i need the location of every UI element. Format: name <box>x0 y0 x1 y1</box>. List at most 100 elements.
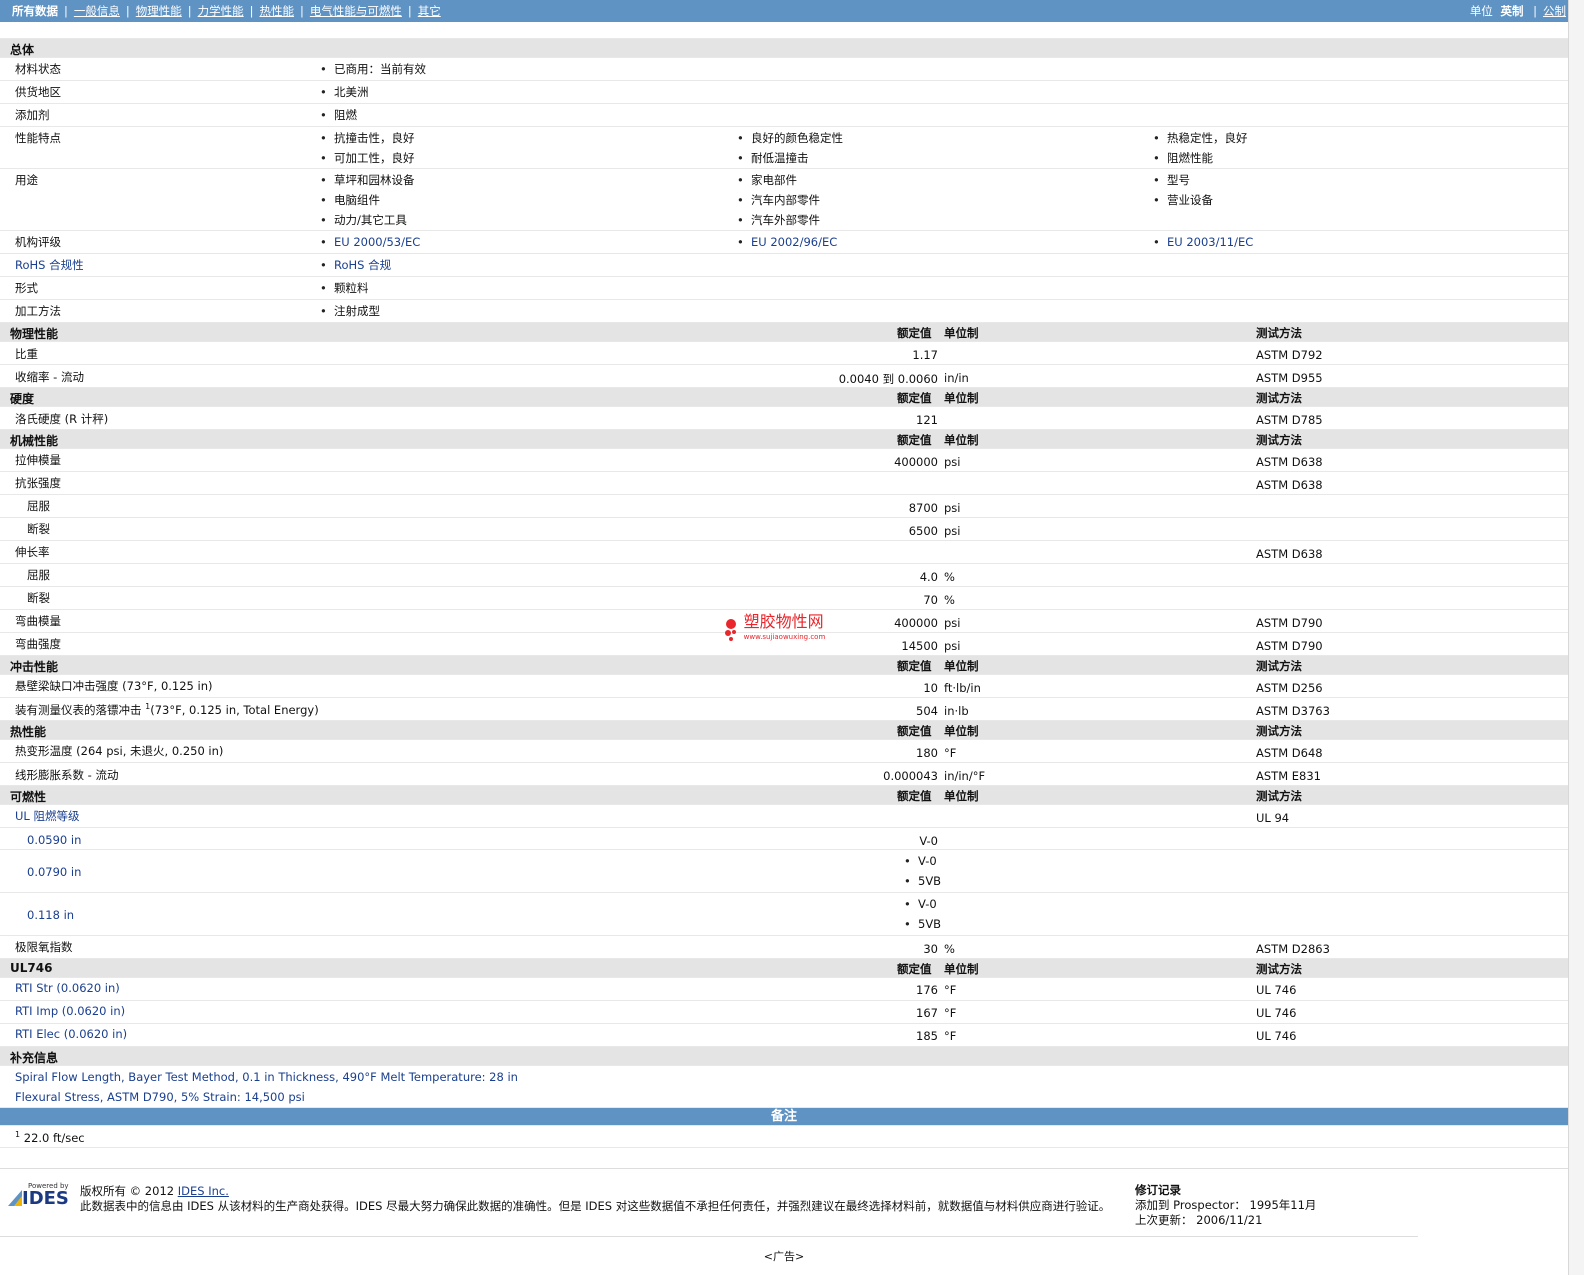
dart-label: 装有测量仪表的落镖冲击 <box>15 703 142 717</box>
row-value: 0.0040 到 0.0060 <box>838 372 938 386</box>
tab-all-data[interactable]: 所有数据 <box>12 4 58 18</box>
tab-mechanical[interactable]: 力学性能 <box>198 4 244 18</box>
row-unit: °F <box>944 983 957 997</box>
list-item: 注射成型 <box>320 301 380 321</box>
ides-inc-link[interactable]: IDES Inc. <box>178 1184 229 1198</box>
revision-updated: 上次更新： 2006/11/21 <box>1135 1213 1316 1228</box>
row-value: 8700 <box>908 501 938 515</box>
row-method: ASTM D638 <box>1256 547 1323 561</box>
thickness-link[interactable]: 0.118 in <box>27 908 74 922</box>
row-rti-imp: RTI Imp (0.0620 in) 167 °F UL 746 <box>0 1000 1568 1023</box>
list-item: 北美洲 <box>320 82 369 102</box>
row-value: 14500 <box>901 639 938 653</box>
row-method: UL 746 <box>1256 983 1297 997</box>
row-rohs: RoHS 合规性 RoHS 合规 <box>0 253 1568 276</box>
row-tensile-break: 断裂 6500 psi <box>0 517 1568 540</box>
unit-metric-link[interactable]: 公制 <box>1543 4 1566 18</box>
agency-link-2002-96[interactable]: EU 2002/96/EC <box>737 232 837 252</box>
row-supplemental-info: Spiral Flow Length, Bayer Test Method, 0… <box>0 1065 1568 1107</box>
rti-imp-link[interactable]: RTI Imp (0.0620 in) <box>15 1004 125 1018</box>
list-item: 热稳定性，良好 <box>1153 128 1248 148</box>
row-unit: psi <box>944 501 961 515</box>
header-nominal: 额定值 <box>897 724 932 738</box>
section-title: 硬度 <box>10 392 35 406</box>
list-item: 电脑组件 <box>320 190 415 210</box>
row-value: 400000 <box>894 616 938 630</box>
section-supplemental: 补充信息 <box>0 1046 1568 1065</box>
row-label: 加工方法 <box>15 304 61 318</box>
list-item: 可加工性，良好 <box>320 148 415 168</box>
list-item: V-0 <box>904 851 941 871</box>
row-ul-thickness-3: 0.118 in V-0 5VB <box>0 892 1568 935</box>
notes-title: 备注 <box>770 1109 797 1124</box>
section-hardness: 硬度 额定值 单位制 测试方法 <box>0 387 1568 406</box>
row-elongation: 伸长率 ASTM D638 <box>0 540 1568 563</box>
list-item: 阻燃 <box>320 105 357 125</box>
footnote: 1 22.0 ft/sec <box>15 1130 85 1145</box>
header-method: 测试方法 <box>1256 659 1302 673</box>
list-item: V-0 <box>904 894 941 914</box>
row-method: ASTM E831 <box>1256 769 1321 783</box>
agency-link-2003-11[interactable]: EU 2003/11/EC <box>1153 232 1253 252</box>
row-label: 抗张强度 <box>15 476 61 490</box>
rti-elec-link[interactable]: RTI Elec (0.0620 in) <box>15 1027 127 1041</box>
rohs-compliant-link[interactable]: RoHS 合规 <box>320 255 391 275</box>
section-tabs: 所有数据 | 一般信息 | 物理性能 | 力学性能 | 热性能 | 电气性能与可燃性 | 其它 <box>12 4 441 18</box>
agency-link-2000-53[interactable]: EU 2000/53/EC <box>320 232 420 252</box>
row-ul-thickness-1: 0.0590 in V-0 <box>0 827 1568 849</box>
row-ul-thickness-2: 0.0790 in V-0 5VB <box>0 849 1568 892</box>
row-label: 供货地区 <box>15 85 61 99</box>
row-unit: in·lb <box>944 704 969 718</box>
updated-label: 上次更新： <box>1135 1213 1193 1227</box>
list-item: 汽车内部零件 <box>737 190 820 210</box>
row-unit: in/in <box>944 371 969 385</box>
list-item: 良好的颜色稳定性 <box>737 128 843 148</box>
section-title: 可燃性 <box>10 790 47 804</box>
rohs-label-link[interactable]: RoHS 合规性 <box>15 257 84 273</box>
rti-str-link[interactable]: RTI Str (0.0620 in) <box>15 981 120 995</box>
row-method: ASTM D792 <box>1256 348 1323 362</box>
watermark: 塑胶物性网 www.sujiaowuxing.com <box>722 614 825 643</box>
tab-general-info[interactable]: 一般信息 <box>74 4 120 18</box>
section-title: 热性能 <box>10 725 47 739</box>
row-value: 6500 <box>908 524 938 538</box>
row-method: ASTM D955 <box>1256 371 1323 385</box>
row-label: 悬壁梁缺口冲击强度 (73°F, 0.125 in) <box>15 679 213 693</box>
row-unit: % <box>944 593 955 607</box>
row-value: 1.17 <box>912 348 938 362</box>
thickness-link[interactable]: 0.0790 in <box>27 865 81 879</box>
row-tensile-modulus: 拉伸模量 400000 psi ASTM D638 <box>0 448 1568 471</box>
row-label: 伸长率 <box>15 545 50 559</box>
footer-divider <box>0 1168 1568 1169</box>
row-unit: % <box>944 570 955 584</box>
row-method: UL 746 <box>1256 1006 1297 1020</box>
row-label: 机构评级 <box>15 235 61 249</box>
header-unit: 单位制 <box>944 962 979 976</box>
units-label: 单位 <box>1469 4 1493 18</box>
tab-other[interactable]: 其它 <box>418 4 441 18</box>
tab-thermal[interactable]: 热性能 <box>260 4 295 18</box>
row-elongation-yield: 屈服 4.0 % <box>0 563 1568 586</box>
section-ul746: UL746 额定值 单位制 测试方法 <box>0 958 1568 977</box>
tab-physical[interactable]: 物理性能 <box>136 4 182 18</box>
row-additive: 添加剂 阻燃 <box>0 103 1568 126</box>
datasheet-table: 总体 材料状态 已商用：当前有效 供货地区 北美洲 添加剂 阻燃 性能特点 抗撞… <box>0 38 1568 1148</box>
row-izod: 悬壁梁缺口冲击强度 (73°F, 0.125 in) 10 ft·lb/in A… <box>0 674 1568 697</box>
row-method: ASTM D2863 <box>1256 942 1330 956</box>
copyright: 版权所有 © 2012 IDES Inc. <box>80 1183 229 1199</box>
row-label: 添加剂 <box>15 108 50 122</box>
section-title: 物理性能 <box>10 327 59 341</box>
tab-electrical-flammability[interactable]: 电气性能与可燃性 <box>310 4 402 18</box>
section-flammability: 可燃性 额定值 单位制 测试方法 <box>0 785 1568 804</box>
list-item: 5VB <box>904 871 941 891</box>
thickness-link[interactable]: 0.0590 in <box>27 833 81 847</box>
ides-logo: Powered by IDES <box>8 1182 70 1209</box>
row-method: ASTM D790 <box>1256 639 1323 653</box>
ul-rating-link[interactable]: UL 阻燃等级 <box>15 808 79 824</box>
scrollbar[interactable] <box>1568 0 1584 1275</box>
ides-logo-icon <box>8 1190 22 1206</box>
row-ul-rating: UL 阻燃等级 UL 94 <box>0 804 1568 827</box>
row-agency-ratings: 机构评级 EU 2000/53/EC EU 2002/96/EC EU 2003… <box>0 230 1568 253</box>
row-method: ASTM D256 <box>1256 681 1323 695</box>
row-features: 性能特点 抗撞击性，良好 可加工性，良好 良好的颜色稳定性 耐低温撞击 热稳定性… <box>0 126 1568 168</box>
